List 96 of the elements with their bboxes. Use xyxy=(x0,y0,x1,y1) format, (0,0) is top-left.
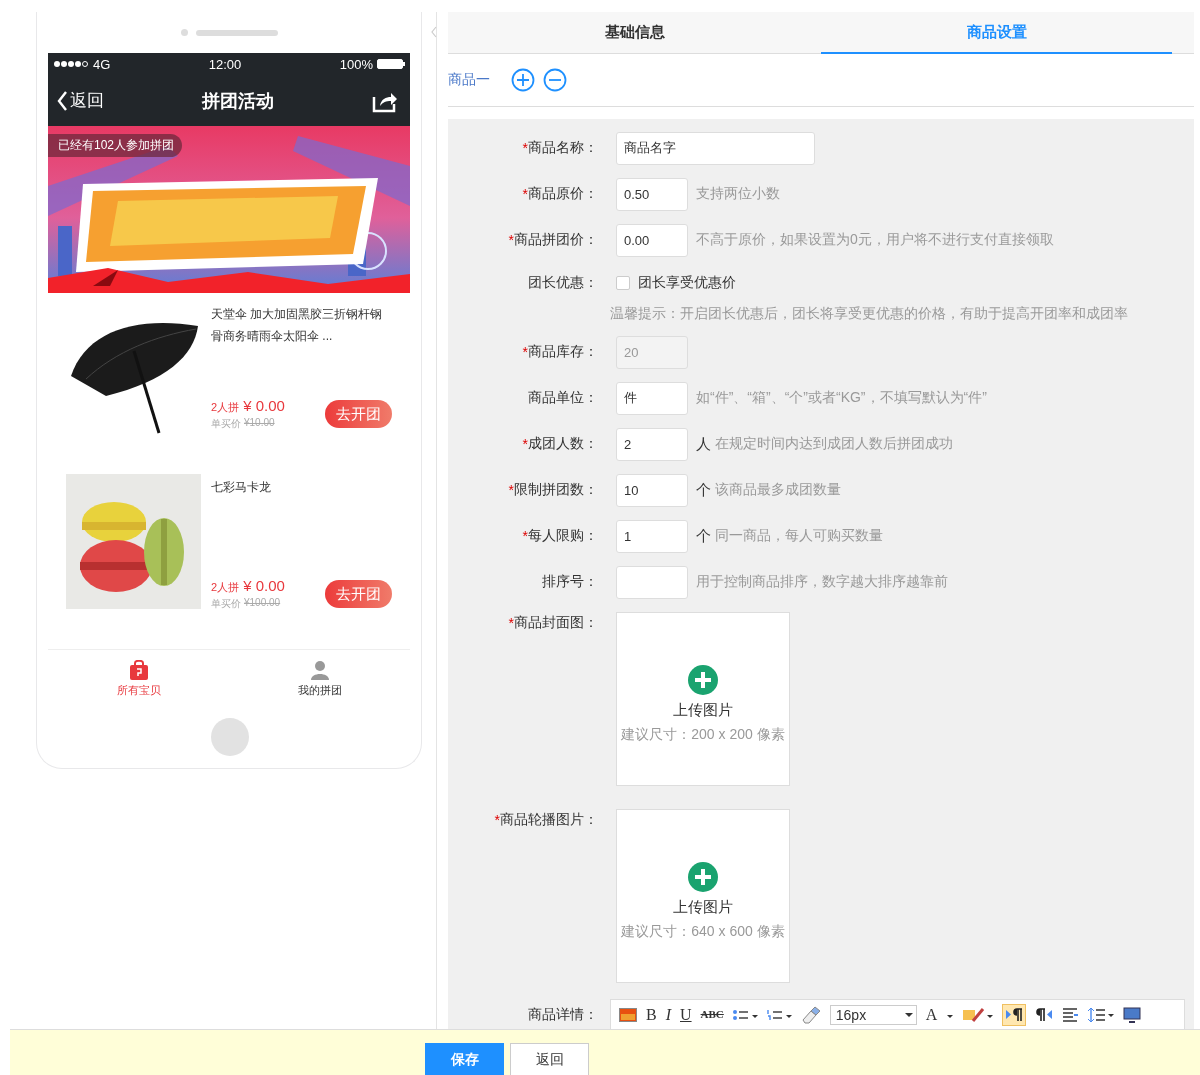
field-label: 排序号： xyxy=(542,573,598,591)
required-mark: * xyxy=(494,812,500,828)
field-label: 商品单位： xyxy=(528,389,598,407)
bullet-list-icon[interactable] xyxy=(732,1008,758,1021)
line-height-icon[interactable] xyxy=(1088,1006,1115,1023)
add-icon xyxy=(688,664,718,695)
add-icon[interactable] xyxy=(511,68,535,92)
eraser-icon[interactable] xyxy=(800,1005,821,1024)
group-price: ¥ 0.00 xyxy=(243,577,285,594)
image-icon[interactable] xyxy=(619,1007,637,1022)
field-label: 商品拼团价： xyxy=(514,231,598,249)
field-hint: 用于控制商品排序，数字越大排序越靠前 xyxy=(696,573,948,591)
back-button[interactable]: 返回 xyxy=(56,89,104,112)
size-hint: 建议尺寸：640 x 600 像素 xyxy=(621,922,785,941)
page-title: 拼团活动 xyxy=(202,89,274,113)
field-label: 商品封面图： xyxy=(514,614,598,632)
numbered-list-icon[interactable] xyxy=(766,1008,792,1021)
upload-button[interactable]: 上传图片 xyxy=(673,897,733,917)
tab[interactable]: 基础信息 xyxy=(448,12,821,54)
field-hint: 如“件”、“箱”、“个”或者“KG”，不填写默认为“件” xyxy=(696,389,987,407)
original-price: ¥10.00 xyxy=(244,417,275,430)
field-label: 每人限购： xyxy=(528,527,598,545)
left-to-right-icon[interactable] xyxy=(1002,1003,1027,1026)
network-label: 4G xyxy=(93,56,111,72)
text-input[interactable]: 2 xyxy=(616,427,688,461)
underline-button[interactable]: U xyxy=(680,1006,692,1023)
back-button[interactable]: 返回 xyxy=(510,1043,589,1075)
checkbox[interactable] xyxy=(616,276,630,290)
signal-icon xyxy=(54,60,89,68)
upload-area[interactable]: 上传图片 建议尺寸：200 x 200 像素 xyxy=(616,612,790,786)
bag-icon xyxy=(128,660,149,681)
field-label: 商品原价： xyxy=(528,185,598,203)
clock-time: 12:00 xyxy=(208,56,242,72)
remove-icon[interactable] xyxy=(543,68,567,92)
required-mark: * xyxy=(508,615,514,631)
field-label: 商品轮播图片： xyxy=(500,811,598,829)
upload-button[interactable]: 上传图片 xyxy=(673,700,733,720)
group-size: 2人拼 xyxy=(211,580,240,595)
text-input[interactable]: 10 xyxy=(616,473,688,507)
field-label: 商品库存： xyxy=(528,343,598,361)
tip-text: 温馨提示：开启团长优惠后，团长将享受更优惠的价格，有助于提高开团率和成团率 xyxy=(610,304,1129,323)
font-color-button[interactable]: A xyxy=(925,1006,938,1023)
font-size-select[interactable]: 16px xyxy=(829,1004,917,1025)
strikethrough-button[interactable]: ABC xyxy=(700,1006,724,1023)
single-price-label: 单买价 xyxy=(211,417,241,431)
product-group-label: 商品一 xyxy=(448,71,490,89)
group-price: ¥ 0.00 xyxy=(243,397,285,414)
indent-icon[interactable] xyxy=(1062,1006,1080,1023)
unit-label: 人 xyxy=(696,434,711,454)
required-mark: * xyxy=(508,482,514,498)
checkbox-label[interactable]: 团长享受优惠价 xyxy=(638,274,736,292)
field-hint: 不高于原价，如果设置为0元，用户将不进行支付直接领取 xyxy=(696,231,1054,249)
right-to-left-icon[interactable] xyxy=(1035,1006,1054,1023)
unit-label: 个 xyxy=(696,526,711,546)
text-input[interactable]: 件 xyxy=(616,381,688,415)
field-hint: 该商品最多成团数量 xyxy=(715,481,841,499)
battery-icon xyxy=(377,59,405,69)
highlight-icon[interactable] xyxy=(963,1006,994,1023)
unit-label: 个 xyxy=(696,480,711,500)
required-mark: * xyxy=(522,186,528,202)
required-mark: * xyxy=(522,528,528,544)
battery-percent: 100% xyxy=(339,56,373,72)
product-name: 七彩马卡龙 xyxy=(211,479,272,496)
person-icon xyxy=(309,660,330,681)
preview-icon[interactable] xyxy=(1123,1006,1142,1023)
required-mark: * xyxy=(508,232,514,248)
required-mark: * xyxy=(522,140,528,156)
field-label: 团长优惠： xyxy=(528,274,598,292)
single-price-label: 单买价 xyxy=(211,597,241,611)
required-mark: * xyxy=(522,436,528,452)
text-input[interactable]: 0.00 xyxy=(616,223,688,257)
participants-badge: 已经有102人参加拼团 xyxy=(48,134,183,157)
field-hint: 在规定时间内达到成团人数后拼团成功 xyxy=(715,435,953,453)
field-label: 商品详情： xyxy=(528,1006,598,1022)
text-input[interactable]: 0.50 xyxy=(616,177,688,211)
italic-button[interactable]: I xyxy=(665,1006,671,1023)
field-hint: 同一商品，每人可购买数量 xyxy=(715,527,883,545)
text-input[interactable] xyxy=(616,565,688,599)
required-mark: * xyxy=(522,344,528,360)
group-size: 2人拼 xyxy=(211,400,240,415)
field-hint: 支持两位小数 xyxy=(696,185,780,203)
field-label: 限制拼团数： xyxy=(514,481,598,499)
bold-button[interactable]: B xyxy=(646,1006,657,1023)
camera-dot xyxy=(180,29,188,36)
field-label: 成团人数： xyxy=(528,435,598,453)
chevron-left-icon xyxy=(56,89,68,112)
upload-area[interactable]: 上传图片 建议尺寸：640 x 600 像素 xyxy=(616,809,790,983)
field-label: 商品名称： xyxy=(528,139,598,157)
tabbar-item[interactable]: 我的拼团 xyxy=(229,650,410,708)
add-icon xyxy=(688,861,718,892)
text-input[interactable]: 商品名字 xyxy=(616,131,815,165)
size-hint: 建议尺寸：200 x 200 像素 xyxy=(621,725,785,744)
original-price: ¥100.00 xyxy=(244,597,281,610)
product-name: 天堂伞 加大加固黑胶三折钢杆钢骨商务晴雨伞太阳伞 ... xyxy=(211,306,384,345)
tabbar-item[interactable]: 所有宝贝 xyxy=(48,650,229,708)
text-input[interactable]: 1 xyxy=(616,519,688,553)
